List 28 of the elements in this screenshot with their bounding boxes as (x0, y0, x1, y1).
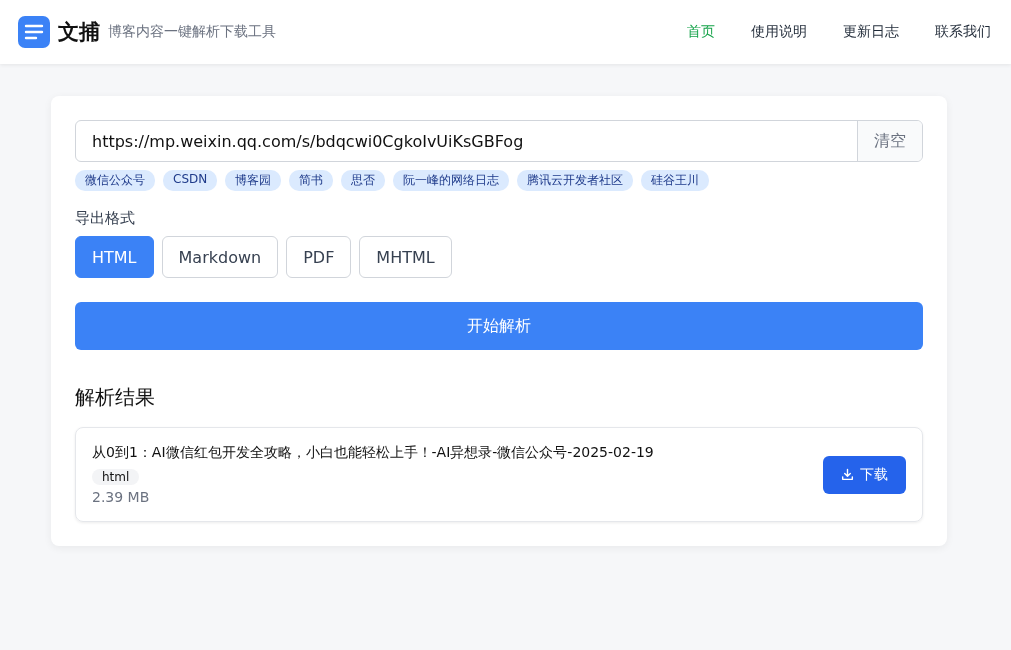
download-button[interactable]: 下载 (823, 455, 906, 494)
logo-text: 文捕 (58, 19, 100, 46)
format-option[interactable]: MHTML (359, 236, 452, 278)
source-tag[interactable]: 微信公众号 (75, 170, 155, 191)
nav-link[interactable]: 联系我们 (935, 23, 991, 41)
format-label: 导出格式 (75, 209, 136, 228)
source-tag[interactable]: 思否 (341, 170, 386, 191)
clear-button[interactable]: 清空 (857, 121, 922, 161)
source-tag[interactable]: 硅谷王川 (641, 170, 710, 191)
download-icon (841, 468, 854, 481)
source-tag[interactable]: 简书 (289, 170, 334, 191)
url-field[interactable]: https://mp.weixin.qq.com/s/bdqcwi0CgkoIvUiKsGBFog 清空 (75, 120, 923, 162)
source-tag[interactable]: 博客园 (225, 170, 282, 191)
tagline: 博客内容一键解析下载工具 (108, 23, 276, 41)
source-tag[interactable]: 腾讯云开发者社区 (517, 170, 634, 191)
results-title: 解析结果 (75, 384, 156, 411)
format-option[interactable]: HTML (75, 236, 154, 278)
nav-link[interactable]: 使用说明 (751, 23, 807, 41)
format-option[interactable]: Markdown (161, 236, 279, 278)
parse-button[interactable]: 开始解析 (75, 302, 923, 350)
source-tag[interactable]: CSDN (163, 170, 218, 191)
format-option[interactable]: PDF (286, 236, 352, 278)
nav-link[interactable]: 更新日志 (843, 23, 899, 41)
format-badge: html (92, 469, 140, 485)
result-title: 从0到1：AI微信红包开发全攻略，小白也能轻松上手！-AI异想录-微信公众号-2025-02-19 (92, 444, 654, 462)
menu-lines-icon (18, 16, 50, 48)
file-size: 2.39 MB (92, 489, 151, 505)
source-tag[interactable]: 阮一峰的网络日志 (393, 170, 510, 191)
